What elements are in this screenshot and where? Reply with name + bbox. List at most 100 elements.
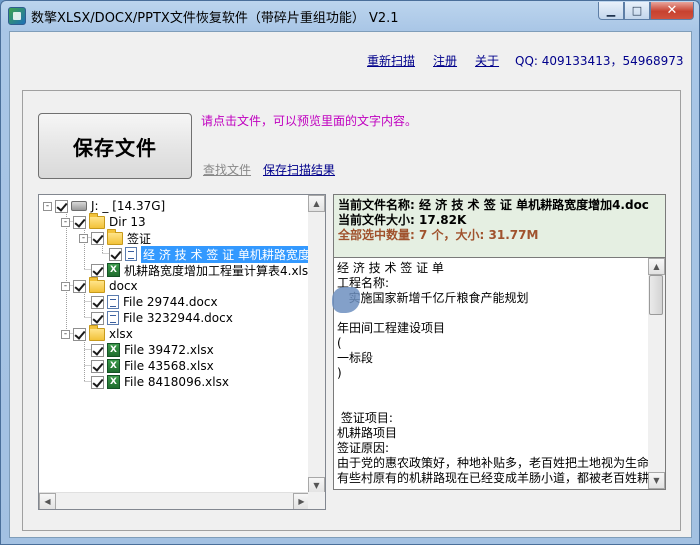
- tree-item[interactable]: - docx: [61, 276, 138, 294]
- collapse-toggle-icon[interactable]: -: [61, 217, 70, 227]
- tree-item-checkbox[interactable]: [91, 311, 104, 325]
- qq-contact: QQ: 409133413，54968973: [515, 54, 684, 68]
- tree-item[interactable]: - J: _ [14.37G]: [43, 198, 165, 214]
- register-link[interactable]: 注册: [433, 52, 457, 69]
- tree-item-checkbox[interactable]: [91, 295, 104, 309]
- selected-summary-row: 全部选中数量: 7 个，大小: 31.77M: [338, 228, 661, 243]
- tree-item[interactable]: - xlsx: [61, 324, 133, 342]
- preview-line: 签证原因:: [337, 441, 390, 455]
- current-file-name-label: 当前文件名称:: [338, 198, 415, 212]
- preview-line: [337, 306, 647, 321]
- tree-item-label: J: _ [14.37G]: [91, 199, 166, 213]
- tree-item-label: File 39472.xlsx: [124, 343, 214, 357]
- tree-item-checkbox[interactable]: [55, 199, 68, 213]
- rescan-link[interactable]: 重新扫描: [367, 52, 415, 69]
- folder-icon: [107, 228, 123, 245]
- tree-item[interactable]: X 机耕路宽度增加工程量计算表4.xlsx: [91, 262, 310, 278]
- folder-icon: [89, 276, 105, 293]
- tree-item-label: xlsx: [109, 327, 133, 341]
- preview-line: 工程名称:: [337, 276, 390, 290]
- tree-horizontal-scrollbar[interactable]: ◀ ▶: [39, 492, 310, 509]
- selected-size-value: 31.77M: [488, 228, 539, 242]
- tree-item-label: docx: [109, 279, 138, 293]
- window-controls: ▁ □ ✕: [598, 2, 694, 21]
- scroll-up-arrow-icon[interactable]: ▲: [648, 258, 665, 275]
- tree-item-checkbox[interactable]: [109, 247, 122, 261]
- save-file-button[interactable]: 保存文件: [38, 113, 192, 179]
- collapse-toggle-icon[interactable]: -: [79, 233, 88, 243]
- preview-vertical-scrollbar[interactable]: ▲ ▼: [648, 258, 665, 489]
- tree-item-label: 机耕路宽度增加工程量计算表4.xlsx: [124, 263, 310, 278]
- xlsx-icon: X: [107, 343, 120, 357]
- main-window: 数擎XLSX/DOCX/PPTX文件恢复软件（带碎片重组功能） V2.1 ▁ □…: [0, 0, 700, 545]
- tree-item[interactable]: - 签证: [79, 228, 151, 246]
- drive-icon: [71, 201, 87, 211]
- tree-item[interactable]: 经 济 技 术 签 证 单机耕路宽度增: [109, 245, 310, 263]
- collapse-toggle-icon[interactable]: -: [61, 281, 70, 291]
- text-preview[interactable]: 经 济 技 术 签 证 单工程名称: 实施国家新增千亿斤粮食产能规划 年田间工程…: [333, 257, 666, 490]
- tree-item-checkbox[interactable]: [73, 279, 86, 293]
- selected-count-value: 7 个，大小:: [419, 228, 485, 242]
- preview-line: 实施国家新增千亿斤粮食产能规划: [337, 291, 529, 305]
- close-button[interactable]: ✕: [650, 2, 694, 20]
- xlsx-icon: X: [107, 375, 120, 389]
- tree-vertical-scrollbar[interactable]: ▲ ▼: [308, 195, 325, 494]
- tree-item[interactable]: X File 39472.xlsx: [91, 342, 214, 358]
- maximize-button[interactable]: □: [624, 2, 650, 20]
- preview-hint: 请点击文件，可以预览里面的文字内容。: [201, 114, 418, 128]
- window-title: 数擎XLSX/DOCX/PPTX文件恢复软件（带碎片重组功能） V2.1: [31, 11, 399, 26]
- scroll-corner: [308, 492, 325, 509]
- preview-line: (: [337, 336, 342, 350]
- tree-item[interactable]: X File 8418096.xlsx: [91, 374, 229, 390]
- tree-item-label: File 29744.docx: [123, 295, 218, 309]
- collapse-toggle-icon[interactable]: -: [61, 329, 70, 339]
- preview-scroll-thumb[interactable]: [649, 275, 663, 315]
- folder-icon: [89, 212, 105, 229]
- save-scan-result-link[interactable]: 保存扫描结果: [263, 161, 335, 178]
- tree-item[interactable]: - Dir 13: [61, 212, 146, 230]
- tree-item-label: File 8418096.xlsx: [124, 375, 229, 389]
- preview-line: 由于党的惠农政策好，种地补贴多，老百姓把土地视为生命: [337, 456, 650, 470]
- scroll-up-arrow-icon[interactable]: ▲: [308, 195, 325, 212]
- about-link[interactable]: 关于: [475, 52, 499, 69]
- minimize-button[interactable]: ▁: [598, 2, 624, 20]
- file-tree-content: - J: _ [14.37G] - Dir 13 - 签证经 济 技 术 签 证 单机耕路…: [39, 195, 310, 494]
- client-area: 重新扫描 注册 关于 QQ: 409133413，54968973 保存文件 请…: [9, 31, 692, 538]
- tree-item-checkbox[interactable]: [91, 263, 104, 277]
- current-file-size-value: 17.82K: [419, 213, 467, 227]
- tree-item[interactable]: File 3232944.docx: [91, 310, 233, 326]
- docx-icon: [125, 247, 137, 261]
- preview-line: 机耕路项目: [337, 426, 398, 440]
- tree-item-label: File 43568.xlsx: [124, 359, 214, 373]
- preview-line: 年田间工程建设项目: [337, 321, 446, 335]
- file-tree[interactable]: - J: _ [14.37G] - Dir 13 - 签证经 济 技 术 签 证 单机耕路…: [38, 194, 326, 510]
- preview-line: 有些村原有的机耕路现在已经变成羊肠小道，都被老百姓耕: [337, 471, 650, 485]
- top-links: 重新扫描 注册 关于: [367, 52, 499, 69]
- tree-item-label: 经 济 技 术 签 证 单机耕路宽度增: [141, 245, 310, 263]
- xlsx-icon: X: [107, 359, 120, 373]
- scroll-left-arrow-icon[interactable]: ◀: [39, 493, 56, 509]
- file-info-panel: 当前文件名称: 经 济 技 术 签 证 单机耕路宽度增加4.doc 当前文件大小…: [333, 194, 666, 258]
- find-file-link[interactable]: 查找文件: [203, 161, 251, 178]
- tree-item-label: Dir 13: [109, 215, 146, 229]
- docx-icon: [107, 311, 119, 325]
- tree-item-checkbox[interactable]: [91, 231, 104, 245]
- selected-summary-label: 全部选中数量:: [338, 228, 415, 242]
- tree-item-checkbox[interactable]: [91, 375, 104, 389]
- tree-item-checkbox[interactable]: [91, 359, 104, 373]
- scroll-down-arrow-icon[interactable]: ▼: [648, 472, 665, 489]
- preview-content: 经 济 技 术 签 证 单工程名称: 实施国家新增千亿斤粮食产能规划 年田间工程…: [334, 258, 650, 489]
- current-file-name-row: 当前文件名称: 经 济 技 术 签 证 单机耕路宽度增加4.doc: [338, 198, 661, 213]
- title-bar[interactable]: 数擎XLSX/DOCX/PPTX文件恢复软件（带碎片重组功能） V2.1 ▁ □…: [1, 1, 699, 31]
- tree-item[interactable]: File 29744.docx: [91, 294, 218, 310]
- tree-item-checkbox[interactable]: [73, 215, 86, 229]
- tree-item[interactable]: X File 43568.xlsx: [91, 358, 214, 374]
- tree-item-checkbox[interactable]: [73, 327, 86, 341]
- tree-item-label: File 3232944.docx: [123, 311, 233, 325]
- preview-line: 签证项目:: [337, 411, 393, 425]
- preview-line: 一标段: [337, 351, 374, 365]
- tree-item-checkbox[interactable]: [91, 343, 104, 357]
- collapse-toggle-icon[interactable]: -: [43, 201, 52, 211]
- preview-line: [337, 396, 647, 411]
- docx-icon: [107, 295, 119, 309]
